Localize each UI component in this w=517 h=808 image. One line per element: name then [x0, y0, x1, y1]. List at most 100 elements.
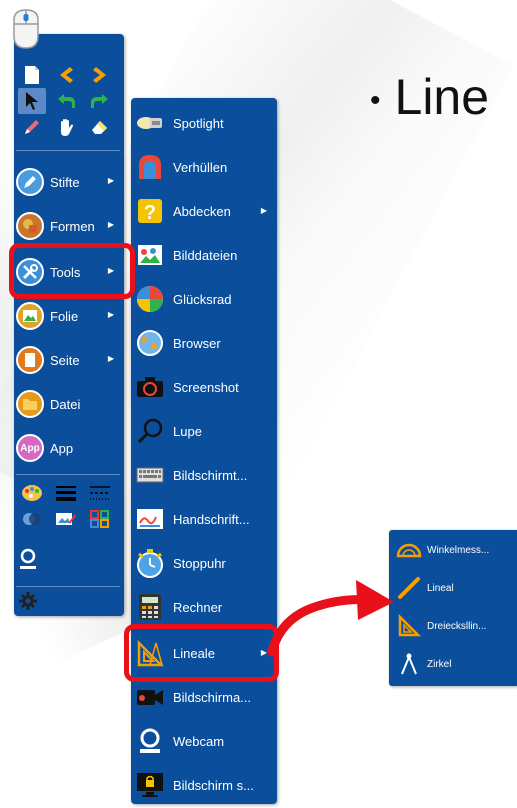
browser-icon — [135, 328, 165, 358]
tool-grid-top — [18, 62, 114, 140]
app-icon: App — [16, 434, 44, 462]
menu-item-folie[interactable]: Folie ▶ — [16, 296, 120, 336]
lineale-item-label: Winkelmess... — [427, 544, 490, 556]
tools-item-browser[interactable]: Browser — [135, 323, 275, 363]
tools-item-webcam[interactable]: Webcam — [135, 721, 275, 761]
settings-button[interactable] — [18, 586, 122, 616]
tool-grid-bottom — [18, 480, 114, 532]
image-edit-icon[interactable] — [52, 506, 80, 532]
tools-item-label: Handschrift... — [173, 511, 250, 527]
screen-recorder-icon — [135, 682, 165, 712]
pointer-icon[interactable] — [18, 88, 46, 114]
tools-item-label: Spotlight — [173, 115, 224, 131]
tools-item-abdecken[interactable]: ? Abdecken ▶ — [135, 191, 275, 231]
magnifier-icon — [135, 416, 165, 446]
new-page-icon[interactable] — [18, 62, 46, 88]
lineale-item-winkelmesser[interactable]: Winkelmess... — [395, 532, 515, 568]
lineale-item-zirkel[interactable]: Zirkel — [395, 646, 515, 682]
handwriting-icon — [135, 504, 165, 534]
lineale-item-label: Zirkel — [427, 658, 452, 670]
tools-item-label: Webcam — [173, 733, 225, 749]
svg-text:?: ? — [144, 202, 156, 224]
pen-color-icon — [16, 168, 44, 196]
tools-item-label: Browser — [173, 335, 221, 351]
tools-item-rechner[interactable]: Rechner — [135, 587, 275, 627]
red-arrow-icon — [267, 580, 394, 657]
slide-title-text: Line — [394, 69, 490, 125]
transparency-icon[interactable] — [18, 506, 46, 532]
menu-item-label: Formen — [50, 218, 95, 234]
page-icon — [16, 346, 44, 374]
tools-item-label: Stoppuhr — [173, 555, 226, 571]
line-thickness-icon[interactable] — [52, 480, 80, 506]
tools-item-label: Abdecken — [173, 203, 231, 219]
lineale-item-label: Lineal — [427, 582, 454, 594]
menu-item-label: Folie — [50, 308, 79, 324]
tools-item-label: Rechner — [173, 599, 223, 615]
palette-icon[interactable] — [18, 480, 46, 506]
tools-item-lupe[interactable]: Lupe — [135, 411, 275, 451]
separator — [16, 474, 120, 475]
menu-item-datei[interactable]: Datei — [16, 384, 120, 424]
menu-item-label: Datei — [50, 396, 81, 412]
tools-item-verhuellen[interactable]: Verhüllen — [135, 147, 275, 187]
menu-item-seite[interactable]: Seite ▶ — [16, 340, 120, 380]
spotlight-icon — [135, 108, 165, 138]
lineale-item-dreieckslineal[interactable]: Dreiecksllin... — [395, 608, 515, 644]
shapes-icon — [16, 212, 44, 240]
tools-item-gluecksrad[interactable]: Glücksrad — [135, 279, 275, 319]
menu-item-formen[interactable]: Formen ▶ — [16, 206, 120, 246]
redo-icon[interactable] — [86, 88, 114, 114]
mouse-icon[interactable] — [6, 6, 46, 52]
line-style-icon[interactable] — [86, 480, 114, 506]
tools-item-label: Bildschirmt... — [173, 467, 248, 483]
bullet-icon: • — [370, 83, 381, 117]
menu-item-label: Seite — [50, 352, 80, 368]
slide-icon — [16, 302, 44, 330]
next-arrow-icon[interactable] — [86, 62, 114, 88]
eraser-icon[interactable] — [86, 114, 114, 140]
menu-item-stifte[interactable]: Stifte ▶ — [16, 162, 120, 202]
menu-item-app[interactable]: App App — [16, 428, 120, 468]
hand-icon[interactable] — [52, 114, 80, 140]
tools-item-bildschirmaufnahme[interactable]: Bildschirma... — [135, 677, 275, 717]
tools-item-spotlight[interactable]: Spotlight — [135, 103, 275, 143]
gear-icon — [19, 592, 37, 610]
screen-lock-icon — [135, 770, 165, 800]
highlight-box-tools — [9, 243, 135, 299]
keyboard-icon — [135, 460, 165, 490]
separator — [16, 150, 120, 151]
stopwatch-icon — [135, 548, 165, 578]
slide-title: • Line — [370, 68, 489, 126]
menu-item-label: App — [50, 440, 74, 456]
pencil-icon[interactable] — [18, 114, 46, 140]
submenu-arrow-icon: ▶ — [107, 354, 114, 363]
lineale-item-lineal[interactable]: Lineal — [395, 570, 515, 606]
tools-item-label: Glücksrad — [173, 291, 232, 307]
submenu-arrow-icon: ▶ — [260, 206, 267, 215]
tools-item-handschrift[interactable]: Handschrift... — [135, 499, 275, 539]
file-icon — [16, 390, 44, 418]
tools-item-bildschirmsperre[interactable]: Bildschirm s... — [135, 765, 275, 805]
tools-item-bilddateien[interactable]: Bilddateien — [135, 235, 275, 275]
tools-item-label: Screenshot — [173, 379, 239, 395]
wheel-of-fortune-icon — [135, 284, 165, 314]
tools-item-bildschirmtastatur[interactable]: Bildschirmt... — [135, 455, 275, 495]
user-icon — [20, 548, 36, 569]
menu-item-label: Stifte — [50, 174, 80, 190]
webcam-icon — [135, 726, 165, 756]
calculator-icon — [135, 592, 165, 622]
lineale-item-label: Dreiecksllin... — [427, 620, 487, 632]
user-button[interactable] — [18, 540, 122, 580]
question-block-icon: ? — [135, 196, 165, 226]
tools-item-label: Lupe — [173, 423, 202, 439]
camera-icon — [135, 372, 165, 402]
tools-item-stoppuhr[interactable]: Stoppuhr — [135, 543, 275, 583]
submenu-arrow-icon: ▶ — [107, 310, 114, 319]
submenu-arrow-icon: ▶ — [107, 176, 114, 185]
grid-colors-icon[interactable] — [86, 506, 114, 532]
tools-item-screenshot[interactable]: Screenshot — [135, 367, 275, 407]
undo-icon[interactable] — [52, 88, 80, 114]
highlight-box-lineale — [124, 624, 279, 682]
previous-arrow-icon[interactable] — [52, 62, 80, 88]
